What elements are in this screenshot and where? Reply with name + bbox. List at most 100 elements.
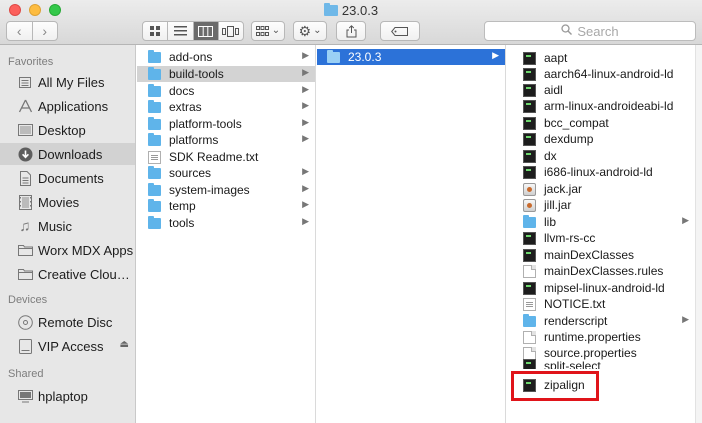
- list-item[interactable]: jack.jar: [507, 181, 695, 197]
- eject-icon[interactable]: ⏏: [120, 339, 129, 350]
- list-item[interactable]: arm-linux-androideabi-ld: [507, 98, 695, 114]
- list-item[interactable]: 23.0.3 ▶: [317, 49, 505, 65]
- cover-flow-view-button[interactable]: [217, 22, 243, 40]
- list-item[interactable]: runtime.properties: [507, 329, 695, 345]
- list-item[interactable]: aarch64-linux-android-ld: [507, 66, 695, 82]
- arrange-button[interactable]: ⌄: [251, 21, 285, 41]
- folder-icon: [148, 117, 161, 130]
- remote-disc-icon: [17, 314, 33, 330]
- sidebar-item-remote-disc[interactable]: Remote Disc: [0, 311, 135, 333]
- sidebar-item-all-my-files[interactable]: All My Files: [0, 71, 135, 93]
- list-item[interactable]: mipsel-linux-android-ld: [507, 280, 695, 296]
- item-name: 23.0.3: [348, 50, 382, 64]
- list-item[interactable]: aidl: [507, 82, 695, 98]
- downloads-icon: [17, 146, 33, 162]
- folder-icon: [148, 100, 161, 113]
- item-name: SDK Readme.txt: [169, 150, 259, 164]
- list-item[interactable]: bcc_compat: [507, 115, 695, 131]
- browser-column-1[interactable]: add-ons ▶ build-tools ▶ docs ▶ extras ▶ plat…: [137, 45, 316, 423]
- forward-button[interactable]: ›: [31, 22, 58, 40]
- executable-icon: [523, 51, 536, 65]
- share-button[interactable]: [336, 21, 366, 41]
- sidebar-item-label: Applications: [38, 98, 109, 114]
- browser-column-2[interactable]: 23.0.3 ▶: [317, 45, 506, 423]
- list-item[interactable]: add-ons ▶: [137, 49, 315, 65]
- list-item[interactable]: dx: [507, 148, 695, 164]
- item-name: add-ons: [169, 50, 213, 64]
- list-item[interactable]: platform-tools ▶: [137, 116, 315, 132]
- arrange-icon: [255, 25, 269, 36]
- disclosure-arrow-icon: ▶: [302, 166, 309, 176]
- sidebar-item-vip-access[interactable]: VIP Access ⏏: [0, 335, 135, 357]
- vertical-scrollbar[interactable]: [695, 45, 702, 423]
- sidebar-item-downloads[interactable]: Downloads: [0, 143, 135, 165]
- sidebar-item-worx-mdx-apps[interactable]: Worx MDX Apps: [0, 239, 135, 261]
- icon-view-button[interactable]: [143, 22, 167, 40]
- list-item[interactable]: llvm-rs-cc: [507, 230, 695, 246]
- list-item[interactable]: sources ▶: [137, 165, 315, 181]
- list-item[interactable]: extras ▶: [137, 99, 315, 115]
- action-button[interactable]: ⚙ ⌄: [293, 21, 327, 41]
- list-item[interactable]: tools ▶: [137, 215, 315, 231]
- list-item[interactable]: build-tools ▶: [137, 66, 315, 82]
- disclosure-arrow-icon: ▶: [302, 117, 309, 127]
- item-name: build-tools: [169, 67, 224, 81]
- arrange-caret-icon: ⌄: [271, 25, 281, 36]
- share-icon: [346, 24, 356, 37]
- column-view-button[interactable]: [192, 22, 218, 40]
- sidebar-item-label: Worx MDX Apps: [38, 242, 134, 258]
- search-placeholder: Search: [577, 23, 619, 39]
- list-item[interactable]: NOTICE.txt: [507, 296, 695, 312]
- item-name: dx: [544, 149, 557, 163]
- item-name: platforms: [169, 133, 219, 147]
- list-item[interactable]: mainDexClasses: [507, 247, 695, 263]
- folder-icon: [148, 166, 161, 179]
- item-name: runtime.properties: [544, 330, 641, 344]
- action-caret-icon: ⌄: [313, 25, 322, 36]
- list-item[interactable]: system-images ▶: [137, 182, 315, 198]
- back-forward-buttons: ‹ ›: [6, 21, 58, 41]
- sidebar-item-hplaptop[interactable]: hplaptop: [0, 385, 135, 407]
- sidebar-item-creative-cloud[interactable]: Creative Clou…: [0, 263, 135, 285]
- disclosure-arrow-icon: ▶: [302, 84, 309, 94]
- list-item[interactable]: lib ▶: [507, 214, 695, 230]
- sidebar: Favorites All My Files Applications Desk…: [0, 45, 136, 423]
- sidebar-item-documents[interactable]: Documents: [0, 167, 135, 189]
- document-icon: [523, 346, 536, 360]
- list-item[interactable]: split-select: [507, 359, 695, 369]
- list-item[interactable]: SDK Readme.txt: [137, 149, 315, 165]
- item-name: renderscript: [544, 314, 608, 328]
- gear-icon: ⚙: [298, 22, 312, 39]
- list-item[interactable]: docs ▶: [137, 83, 315, 99]
- sidebar-item-applications[interactable]: Applications: [0, 95, 135, 117]
- list-item[interactable]: temp ▶: [137, 198, 315, 214]
- executable-icon: [523, 116, 536, 130]
- sidebar-item-movies[interactable]: Movies: [0, 191, 135, 213]
- back-button[interactable]: ‹: [7, 22, 32, 40]
- item-name: jack.jar: [544, 182, 583, 196]
- sidebar-item-music[interactable]: ♫ Music: [0, 215, 135, 237]
- item-name: NOTICE.txt: [544, 297, 606, 311]
- sidebar-item-desktop[interactable]: Desktop: [0, 119, 135, 141]
- sidebar-item-label: Music: [38, 218, 72, 234]
- folder-icon: [523, 215, 536, 228]
- folder-icon: [148, 50, 161, 63]
- item-name: docs: [169, 84, 195, 98]
- list-item[interactable]: aapt: [507, 50, 695, 66]
- disclosure-arrow-icon: ▶: [302, 183, 309, 193]
- search-field[interactable]: Search: [484, 21, 696, 41]
- list-item[interactable]: dexdump: [507, 131, 695, 147]
- list-item[interactable]: i686-linux-android-ld: [507, 164, 695, 180]
- browser-column-3[interactable]: aapt aarch64-linux-android-ld aidl arm-l…: [507, 45, 695, 423]
- list-item[interactable]: jill.jar: [507, 197, 695, 213]
- list-view-button[interactable]: [167, 22, 192, 40]
- list-item[interactable]: platforms ▶: [137, 132, 315, 148]
- item-name: tools: [169, 216, 195, 230]
- folder-icon: [323, 3, 338, 16]
- list-item[interactable]: renderscript ▶: [507, 313, 695, 329]
- executable-icon: [523, 67, 536, 81]
- edit-tags-button[interactable]: [380, 21, 420, 41]
- list-item[interactable]: mainDexClasses.rules: [507, 263, 695, 279]
- cover-flow-icon: [222, 25, 240, 37]
- list-item[interactable]: zipalign: [507, 377, 695, 393]
